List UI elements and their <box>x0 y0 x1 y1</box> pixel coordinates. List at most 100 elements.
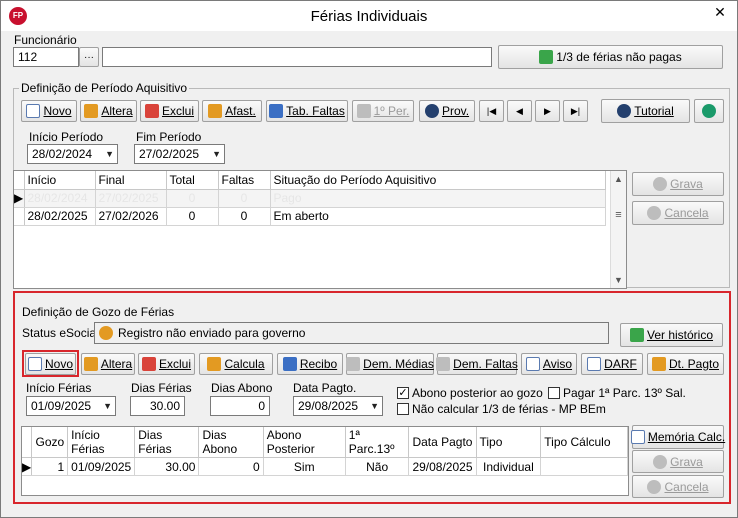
gozo-dem-medias-button[interactable]: Dem. Médias <box>346 353 434 375</box>
table-row[interactable]: ▶ 28/02/2024 27/02/2025 0 0 Pago <box>14 189 606 208</box>
nao-calcular-label: Não calcular 1/3 de férias - MP BEm <box>412 402 606 416</box>
periodo-grid: Início Final Total Faltas Situação do Pe… <box>13 170 627 289</box>
funcionario-lookup-button[interactable]: ··· <box>79 47 99 67</box>
gozo-aviso-button[interactable]: Aviso <box>521 353 577 375</box>
refresh-button[interactable] <box>694 99 724 123</box>
dias-ferias-field[interactable]: 30.00 <box>130 396 185 416</box>
fim-periodo-select[interactable]: 27/02/2025 ▼ <box>134 144 225 164</box>
gozo-cancela-button[interactable]: Cancela <box>632 475 724 498</box>
ferias-status-button[interactable]: 1/3 de férias não pagas <box>498 45 723 69</box>
fim-periodo-value: 27/02/2025 <box>139 147 200 161</box>
dias-ferias-label: Dias Férias <box>131 381 192 395</box>
col-data-pagto[interactable]: Data Pagto <box>408 427 477 458</box>
row-indicator-icon: ▶ <box>22 457 33 476</box>
cancel-icon <box>647 479 662 494</box>
col-abono-posterior[interactable]: Abono Posterior <box>263 427 346 458</box>
periodo-exclui-label: Exclui <box>161 104 194 118</box>
table-row[interactable]: 28/02/2025 27/02/2026 0 0 Em aberto <box>14 207 606 226</box>
col-tipo-calculo[interactable]: Tipo Cálculo <box>540 427 628 458</box>
refresh-icon <box>702 104 716 118</box>
col-total[interactable]: Total <box>166 171 219 190</box>
col-gozo[interactable]: Gozo <box>31 427 69 458</box>
gozo-dt-pagto-button[interactable]: Dt. Pagto <box>647 353 724 375</box>
nav-last-button[interactable]: ▶| <box>563 100 588 122</box>
gozo-group-title: Definição de Gozo de Férias <box>22 305 175 319</box>
gozo-darf-button[interactable]: DARF <box>581 353 643 375</box>
periodo-cancela-button[interactable]: Cancela <box>632 201 724 225</box>
gozo-exclui-button[interactable]: Exclui <box>138 353 195 375</box>
table-icon <box>269 104 284 118</box>
nao-calcular-checkbox[interactable] <box>397 403 409 415</box>
col-inicio-ferias[interactable]: Início Férias <box>67 427 136 458</box>
cell-tipo-calculo <box>540 457 628 476</box>
col-parc13[interactable]: 1ª Parc.13º <box>345 427 410 458</box>
nav-first-button[interactable]: |◀ <box>479 100 504 122</box>
inicio-ferias-select[interactable]: 01/09/2025 ▼ <box>26 396 116 416</box>
periodo-grava-label: Grava <box>670 177 703 191</box>
history-icon <box>629 328 644 342</box>
calendar-icon <box>651 357 666 371</box>
periodo-novo-button[interactable]: Novo <box>21 100 77 122</box>
periodo-grava-button[interactable]: Grava <box>632 172 724 196</box>
indicator-header <box>14 171 25 190</box>
col-faltas[interactable]: Faltas <box>218 171 271 190</box>
cell-parc13: Não <box>345 457 410 476</box>
arrow-document-icon <box>539 50 554 64</box>
table-row[interactable]: ▶ 1 01/09/2025 30.00 0 Sim Não 29/08/202… <box>22 457 628 476</box>
col-inicio[interactable]: Início <box>24 171 96 190</box>
periodo-afast-button[interactable]: Afast. <box>202 100 262 122</box>
data-pagto-value: 29/08/2025 <box>298 399 359 413</box>
gozo-dem-faltas-button[interactable]: Dem. Faltas <box>436 353 518 375</box>
funcionario-name-field[interactable] <box>102 47 492 67</box>
nav-next-button[interactable]: ▶ <box>535 100 560 122</box>
printer-icon <box>346 357 361 371</box>
periodo-scrollbar[interactable]: ▲ ≡ ▼ <box>610 171 626 288</box>
col-dias-ferias[interactable]: Dias Férias <box>134 427 200 458</box>
chevron-down-icon: ▼ <box>212 149 221 159</box>
periodo-prov-button[interactable]: Prov. <box>419 100 475 122</box>
cell-total: 0 <box>166 189 219 208</box>
periodo-primeiro-per-button[interactable]: 1º Per. <box>352 100 414 122</box>
delete-icon <box>142 357 156 371</box>
periodo-tab-faltas-button[interactable]: Tab. Faltas <box>266 100 348 122</box>
periodo-exclui-button[interactable]: Exclui <box>140 100 199 122</box>
document-icon <box>587 357 602 371</box>
periodo-altera-button[interactable]: Altera <box>80 100 137 122</box>
data-pagto-select[interactable]: 29/08/2025 ▼ <box>293 396 383 416</box>
inicio-periodo-select[interactable]: 28/02/2024 ▼ <box>27 144 118 164</box>
scroll-grip-icon: ≡ <box>615 209 622 221</box>
cell-tipo: Individual <box>476 457 542 476</box>
tutorial-label: Tutorial <box>634 104 674 118</box>
nav-prev-button[interactable]: ◀ <box>507 100 532 122</box>
delete-icon <box>144 104 159 118</box>
cell-final: 27/02/2026 <box>95 207 167 226</box>
ver-historico-button[interactable]: Ver histórico <box>620 323 723 347</box>
abono-posterior-checkbox[interactable]: ✓ <box>397 387 409 399</box>
pagar-parc-checkbox[interactable] <box>548 387 560 399</box>
ferias-individuais-window: FP Férias Individuais ✕ Funcionário 112 … <box>0 0 738 518</box>
memoria-calc-button[interactable]: Memória Calc. <box>630 425 726 449</box>
funcionario-code-field[interactable]: 112 <box>13 47 79 67</box>
memoria-calc-label: Memória Calc. <box>647 430 726 444</box>
gozo-recibo-button[interactable]: Recibo <box>277 353 343 375</box>
gozo-grava-label: Grava <box>670 454 703 469</box>
col-final[interactable]: Final <box>95 171 167 190</box>
col-tipo[interactable]: Tipo <box>476 427 542 458</box>
cell-inicio-ferias: 01/09/2025 <box>67 457 136 476</box>
cell-situacao: Pago <box>270 189 606 208</box>
inicio-periodo-label: Início Período <box>29 130 104 144</box>
scroll-down-icon: ▼ <box>614 275 623 285</box>
col-dias-abono[interactable]: Dias Abono <box>198 427 264 458</box>
tutorial-button[interactable]: Tutorial <box>601 99 690 123</box>
close-window-button[interactable]: ✕ <box>703 1 737 23</box>
gozo-novo-button[interactable]: Novo <box>25 353 76 375</box>
dias-abono-field[interactable]: 0 <box>210 396 270 416</box>
gozo-grava-button[interactable]: Grava <box>632 450 724 473</box>
document-icon <box>630 430 645 444</box>
gozo-calcula-button[interactable]: Calcula <box>199 353 273 375</box>
cell-faltas: 0 <box>218 207 271 226</box>
col-situacao[interactable]: Situação do Período Aquisitivo <box>270 171 606 190</box>
pagar-parc-label: Pagar 1ª Parc. 13º Sal. <box>563 386 686 400</box>
gozo-altera-button[interactable]: Altera <box>81 353 135 375</box>
fim-periodo-label: Fim Período <box>136 130 202 144</box>
